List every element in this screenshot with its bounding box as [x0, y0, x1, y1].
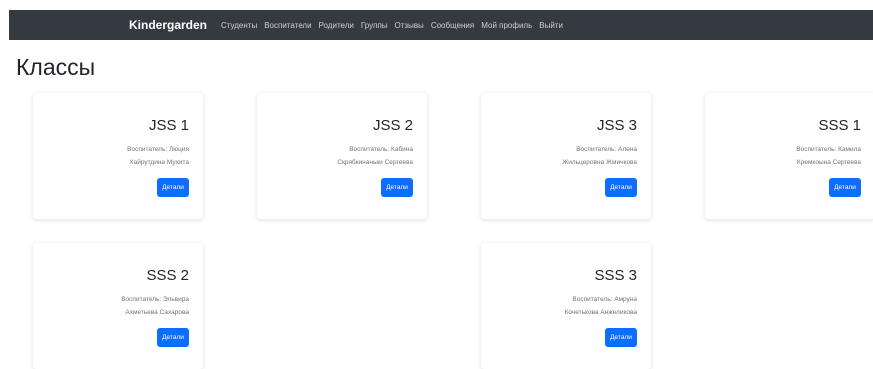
details-button[interactable]: Детали: [829, 178, 861, 197]
class-name: SSS 1: [818, 117, 861, 134]
class-card-jss2: JSS 2 Воспитатель: Кабина Скрябкинаньки …: [257, 93, 427, 219]
class-teacher: Воспитатель: Кабина Скрябкинаньки Сергее…: [265, 143, 413, 169]
class-name: JSS 2: [372, 117, 413, 134]
class-name: SSS 3: [594, 267, 637, 284]
teacher-line-1: Воспитатель: Амруна: [572, 296, 637, 303]
teacher-line-2: Кремкоына Сергеева: [796, 159, 861, 166]
nav-link-logout[interactable]: Выйти: [539, 21, 563, 30]
class-name: JSS 3: [596, 117, 637, 134]
class-teacher: Воспитатель: Люция Хайрутдина Мухита: [41, 143, 189, 169]
class-teacher: Воспитатель: Камила Кремкоына Сергеева: [713, 143, 861, 169]
class-name: SSS 2: [146, 267, 189, 284]
details-button[interactable]: Детали: [157, 178, 189, 197]
details-button[interactable]: Детали: [605, 328, 637, 347]
teacher-line-1: Воспитатель: Алена: [576, 146, 637, 153]
details-button[interactable]: Детали: [605, 178, 637, 197]
teacher-line-2: Хайрутдина Мухита: [129, 159, 189, 166]
teacher-line-1: Воспитатель: Кабина: [349, 146, 413, 153]
teacher-line-2: Кочетькова Анжеликова: [564, 309, 637, 316]
nav-link-teachers[interactable]: Воспитатели: [264, 21, 311, 30]
class-card-jss1: JSS 1 Воспитатель: Люция Хайрутдина Мухи…: [33, 93, 203, 219]
nav-links: Студенты Воспитатели Родители Группы Отз…: [221, 10, 563, 40]
page-title: Классы: [16, 54, 96, 80]
nav-link-groups[interactable]: Группы: [361, 21, 388, 30]
teacher-line-1: Воспитатель: Люция: [127, 146, 189, 153]
teacher-line-2: Ахметьева Сахарова: [125, 309, 189, 316]
class-teacher: Воспитатель: Алена Жильцеровна Жмичкова: [489, 143, 637, 169]
teacher-line-2: Жильцеровна Жмичкова: [562, 159, 637, 166]
class-name: JSS 1: [148, 117, 189, 134]
nav-link-students[interactable]: Студенты: [221, 21, 257, 30]
class-card-jss3: JSS 3 Воспитатель: Алена Жильцеровна Жми…: [481, 93, 651, 219]
nav-link-profile[interactable]: Мой профиль: [481, 21, 532, 30]
details-button[interactable]: Детали: [157, 328, 189, 347]
class-teacher: Воспитатель: Амруна Кочетькова Анжеликов…: [489, 293, 637, 319]
teacher-line-2: Скрябкинаньки Сергеева: [337, 159, 413, 166]
teacher-line-1: Воспитатель: Камила: [796, 146, 861, 153]
class-teacher: Воспитатель: Эльвира Ахметьева Сахарова: [41, 293, 189, 319]
brand-link[interactable]: Kindergarden: [129, 10, 207, 40]
class-card-sss2: SSS 2 Воспитатель: Эльвира Ахметьева Сах…: [33, 243, 203, 369]
nav-link-reviews[interactable]: Отзывы: [395, 21, 424, 30]
class-card-sss3: SSS 3 Воспитатель: Амруна Кочетькова Анж…: [481, 243, 651, 369]
class-card-sss1: SSS 1 Воспитатель: Камила Кремкоына Серг…: [705, 93, 873, 219]
nav-link-messages[interactable]: Сообщения: [431, 21, 474, 30]
nav-link-parents[interactable]: Родители: [319, 21, 354, 30]
top-navbar: Kindergarden Студенты Воспитатели Родите…: [9, 10, 873, 40]
teacher-line-1: Воспитатель: Эльвира: [121, 296, 189, 303]
details-button[interactable]: Детали: [381, 178, 413, 197]
